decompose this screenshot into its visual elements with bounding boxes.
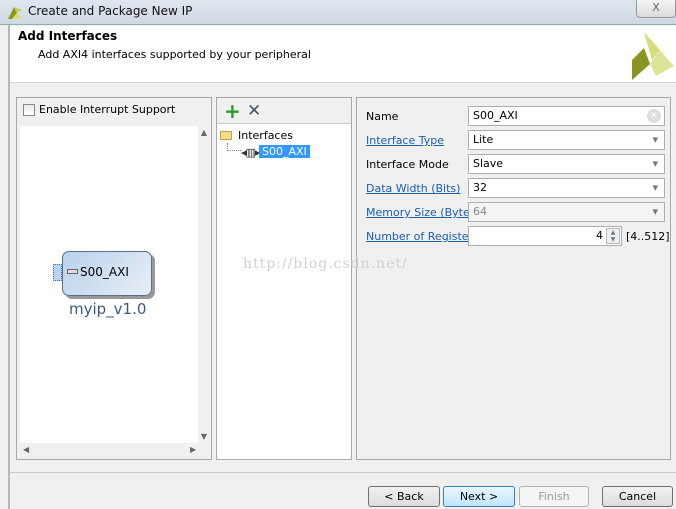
num-registers-spinner[interactable]: 4 ▲ ▼ [468,226,622,246]
data-width-select[interactable]: 32 [468,178,665,198]
vivado-logo-icon [8,7,23,19]
folder-icon [220,131,232,140]
interface-properties-panel [356,97,671,460]
interface-port-handle[interactable] [53,264,62,281]
cancel-button[interactable]: Cancel [602,486,673,507]
tree-connector [227,143,241,151]
name-label: Name [366,110,399,123]
remove-interface-icon[interactable]: ✕ [247,101,261,121]
name-input[interactable]: S00_AXI ✕ [468,106,665,126]
tree-root-interfaces[interactable]: Interfaces [238,129,293,142]
window-title: Create and Package New IP [28,4,193,18]
memory-size-value: 64 [473,205,487,218]
footer-divider [10,472,676,473]
memory-size-label[interactable]: Memory Size (Bytes) [366,206,480,219]
page-title: Add Interfaces [18,29,118,43]
num-registers-range: [4..512] [626,230,670,243]
interface-bus-icon: ◂▥▸ [241,146,260,159]
data-width-label[interactable]: Data Width (Bits) [366,182,460,195]
back-button[interactable]: < Back [368,486,440,507]
spinner-arrows-icon[interactable]: ▲ ▼ [606,228,620,244]
interface-mode-label: Interface Mode [366,158,449,171]
interfaces-tree-panel: + ✕ Interfaces ◂▥▸ S00_AXI [216,97,352,460]
data-width-value: 32 [473,181,487,194]
ip-block[interactable]: S00_AXI [62,251,152,296]
name-value: S00_AXI [473,109,518,122]
watermark: http://blog.csdn.net/ [243,256,408,272]
xilinx-logo-icon [632,32,674,80]
enable-interrupt-checkbox[interactable] [23,104,35,116]
interface-type-select[interactable]: Lite [468,130,665,150]
horizontal-scrollbar[interactable]: ◀ ▶ [20,443,210,458]
finish-button: Finish [519,486,589,507]
block-port-label: S00_AXI [80,265,129,279]
bus-pin-icon [67,269,78,274]
tree-item-s00-axi[interactable]: S00_AXI [259,145,310,158]
num-registers-label[interactable]: Number of Registers [366,230,479,243]
add-interface-icon[interactable]: + [224,99,241,123]
title-bar: Create and Package New IP X [0,0,676,25]
memory-size-select: 64 [468,202,665,222]
interface-mode-value: Slave [473,157,504,170]
interface-mode-select[interactable]: Slave [468,154,665,174]
clear-icon[interactable]: ✕ [647,109,661,123]
next-button[interactable]: Next > [443,486,515,507]
block-name: myip_v1.0 [69,300,147,318]
page-subtitle: Add AXI4 interfaces supported by your pe… [38,48,311,61]
interface-type-label[interactable]: Interface Type [366,134,444,147]
close-button[interactable]: X [636,0,676,18]
num-registers-value: 4 [596,229,603,242]
wizard-header: Add Interfaces Add AXI4 interfaces suppo… [10,26,676,83]
enable-interrupt-label: Enable Interrupt Support [39,103,176,116]
vertical-scrollbar[interactable]: ▲ ▼ [198,126,210,443]
interface-type-value: Lite [473,133,494,146]
